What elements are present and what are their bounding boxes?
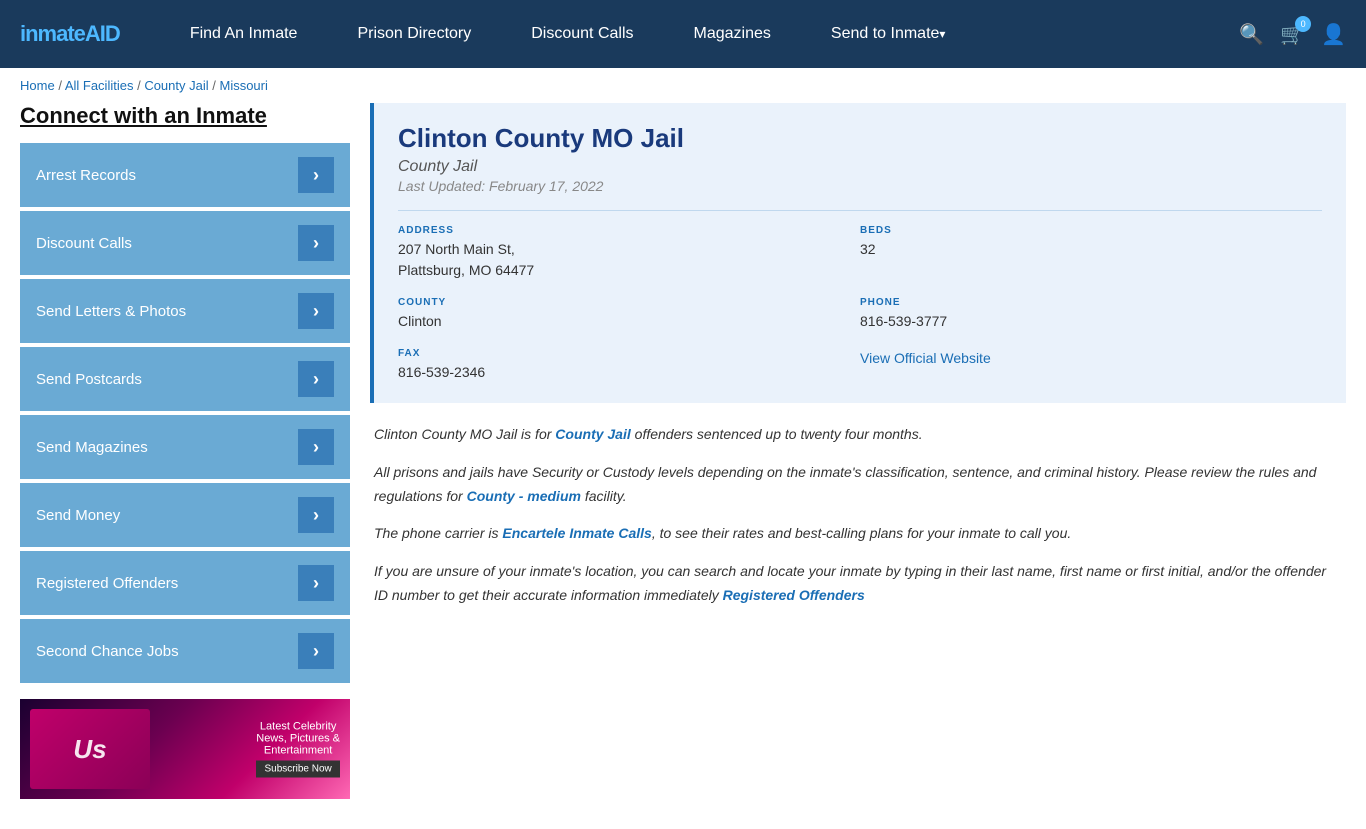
sidebar-menu: Arrest Records › Discount Calls › Send L… [20, 143, 350, 683]
sidebar-item-label: Registered Offenders [36, 575, 178, 592]
nav-prison-directory[interactable]: Prison Directory [327, 0, 501, 68]
ad-text: Latest Celebrity News, Pictures & Entert… [256, 721, 340, 778]
sidebar-item-label: Arrest Records [36, 167, 136, 184]
site-header: inmateAID Find An Inmate Prison Director… [0, 0, 1366, 68]
desc-para2: All prisons and jails have Security or C… [374, 461, 1342, 509]
facility-website-field: View Official Website [860, 348, 1322, 383]
sidebar-item-label: Discount Calls [36, 235, 132, 252]
nav-find-inmate[interactable]: Find An Inmate [160, 0, 328, 68]
main-content: Clinton County MO Jail County Jail Last … [370, 103, 1346, 799]
sidebar-item-label: Send Money [36, 507, 120, 524]
sidebar-item-label: Send Magazines [36, 439, 148, 456]
facility-fax-field: FAX 816-539-2346 [398, 348, 860, 383]
main-nav: Find An Inmate Prison Directory Discount… [160, 0, 1239, 68]
phone-label: PHONE [860, 297, 1322, 308]
sidebar-arrow-icon: › [298, 361, 334, 397]
sidebar-item-arrest-records[interactable]: Arrest Records › [20, 143, 350, 207]
sidebar-item-registered-offenders[interactable]: Registered Offenders › [20, 551, 350, 615]
sidebar-item-label: Send Letters & Photos [36, 303, 186, 320]
desc-para4: If you are unsure of your inmate's locat… [374, 560, 1342, 608]
desc-para1: Clinton County MO Jail is for County Jai… [374, 423, 1342, 447]
facility-type: County Jail [398, 158, 1322, 176]
desc-para3: The phone carrier is Encartele Inmate Ca… [374, 522, 1342, 546]
logo[interactable]: inmateAID [20, 21, 120, 47]
ad-subscribe-button[interactable]: Subscribe Now [256, 761, 339, 778]
phone-value: 816-539-3777 [860, 311, 1322, 332]
sidebar-item-send-postcards[interactable]: Send Postcards › [20, 347, 350, 411]
sidebar-item-send-magazines[interactable]: Send Magazines › [20, 415, 350, 479]
sidebar-item-send-letters[interactable]: Send Letters & Photos › [20, 279, 350, 343]
sidebar-item-send-money[interactable]: Send Money › [20, 483, 350, 547]
address-value: 207 North Main St, Plattsburg, MO 64477 [398, 239, 860, 281]
desc-para2-post: facility. [581, 488, 627, 504]
beds-value: 32 [860, 239, 1322, 260]
facility-county-field: COUNTY Clinton [398, 297, 860, 332]
view-official-website-link[interactable]: View Official Website [860, 350, 991, 366]
desc-para1-post: offenders sentenced up to twenty four mo… [631, 426, 923, 442]
county-value: Clinton [398, 311, 860, 332]
nav-send-to-inmate[interactable]: Send to Inmate [801, 0, 976, 68]
facility-name: Clinton County MO Jail [398, 123, 1322, 154]
desc-para3-pre: The phone carrier is [374, 525, 502, 541]
desc-para3-post: , to see their rates and best-calling pl… [652, 525, 1071, 541]
fax-value: 816-539-2346 [398, 362, 860, 383]
address-label: ADDRESS [398, 225, 860, 236]
cart-badge: 0 [1295, 16, 1311, 32]
sidebar-title: Connect with an Inmate [20, 103, 350, 129]
sidebar-arrow-icon: › [298, 497, 334, 533]
facility-beds-field: BEDS 32 [860, 225, 1322, 281]
breadcrumb-missouri[interactable]: Missouri [219, 78, 267, 93]
breadcrumb-all-facilities[interactable]: All Facilities [65, 78, 134, 93]
logo-text: inmateAID [20, 21, 120, 47]
sidebar-arrow-icon: › [298, 633, 334, 669]
sidebar-item-label: Second Chance Jobs [36, 643, 179, 660]
sidebar-item-second-chance-jobs[interactable]: Second Chance Jobs › [20, 619, 350, 683]
sidebar-ad[interactable]: Us Latest Celebrity News, Pictures & Ent… [20, 699, 350, 799]
sidebar-arrow-icon: › [298, 565, 334, 601]
sidebar-arrow-icon: › [298, 157, 334, 193]
county-medium-link[interactable]: County - medium [467, 488, 581, 504]
facility-updated: Last Updated: February 17, 2022 [398, 178, 1322, 194]
breadcrumb-home[interactable]: Home [20, 78, 55, 93]
sidebar-arrow-icon: › [298, 225, 334, 261]
sidebar-item-label: Send Postcards [36, 371, 142, 388]
beds-label: BEDS [860, 225, 1322, 236]
facility-description: Clinton County MO Jail is for County Jai… [370, 423, 1346, 608]
facility-grid: ADDRESS 207 North Main St, Plattsburg, M… [398, 210, 1322, 383]
website-value: View Official Website [860, 348, 1322, 369]
encartele-link[interactable]: Encartele Inmate Calls [502, 525, 651, 541]
facility-card: Clinton County MO Jail County Jail Last … [370, 103, 1346, 403]
county-jail-link[interactable]: County Jail [555, 426, 630, 442]
breadcrumb-county-jail[interactable]: County Jail [144, 78, 208, 93]
desc-para1-pre: Clinton County MO Jail is for [374, 426, 555, 442]
sidebar-arrow-icon: › [298, 293, 334, 329]
facility-address-field: ADDRESS 207 North Main St, Plattsburg, M… [398, 225, 860, 281]
header-icons: 🔍 🛒 0 👤 [1239, 22, 1346, 47]
user-icon[interactable]: 👤 [1321, 22, 1346, 47]
sidebar-item-discount-calls[interactable]: Discount Calls › [20, 211, 350, 275]
fax-label: FAX [398, 348, 860, 359]
breadcrumb: Home / All Facilities / County Jail / Mi… [0, 68, 1366, 103]
search-icon[interactable]: 🔍 [1239, 22, 1264, 47]
nav-discount-calls[interactable]: Discount Calls [501, 0, 663, 68]
cart-icon[interactable]: 🛒 0 [1280, 22, 1305, 47]
facility-phone-field: PHONE 816-539-3777 [860, 297, 1322, 332]
main-layout: Connect with an Inmate Arrest Records › … [0, 103, 1366, 829]
county-label: COUNTY [398, 297, 860, 308]
registered-offenders-link[interactable]: Registered Offenders [723, 587, 865, 603]
nav-magazines[interactable]: Magazines [664, 0, 801, 68]
sidebar: Connect with an Inmate Arrest Records › … [20, 103, 350, 799]
sidebar-arrow-icon: › [298, 429, 334, 465]
